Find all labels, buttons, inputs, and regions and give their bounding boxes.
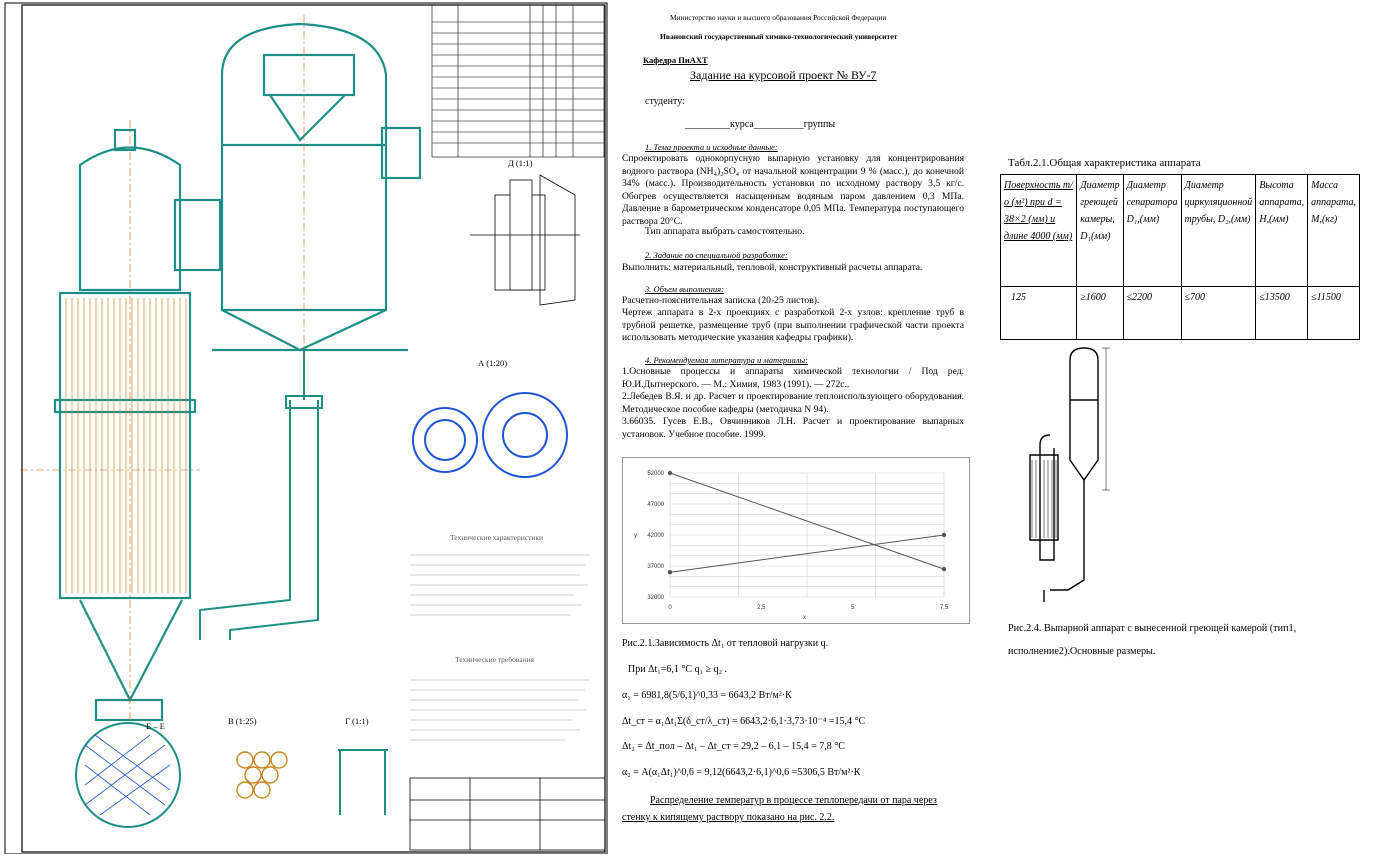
- chart-xlabel: x: [803, 615, 806, 621]
- section4-title: 4. Рекомендуемая литература и материалы:: [645, 355, 809, 365]
- section3-text1: Расчетно-пояснительная записка (20-25 ли…: [622, 295, 820, 306]
- spec-header-height: Высота аппарата, H,(мм): [1255, 174, 1309, 287]
- ministry-header: Министерство науки и высшего образования…: [670, 13, 887, 22]
- course-group-line: _________курса__________группы: [685, 119, 836, 130]
- spec-cell-mass: ≤11500: [1307, 286, 1360, 340]
- sheet-frame: [4, 2, 608, 855]
- chart-ylabel: y: [634, 533, 637, 539]
- spec-table-header-row: Поверхность т/о (м²) при d = 38×2 (мм) и…: [999, 174, 1360, 287]
- spec-header-pipe: Диаметр циркуляционной трубы, D₂,(мм): [1180, 174, 1257, 287]
- apparatus-sketch: [1029, 347, 1110, 602]
- section2-title: 2. Задание по специальной разработке:: [645, 250, 788, 260]
- section2-text: Выполнить: материальный, тепловой, конст…: [622, 262, 923, 273]
- section4-text2: 2.Лебедев В.Я. и др. Расчет и проектиров…: [622, 391, 964, 415]
- chart-point: [667, 470, 673, 476]
- chart-y-tick-label: 52000: [647, 471, 664, 477]
- spec-cell-separator: ≤2200: [1122, 286, 1182, 340]
- spec-header-mass: Масса аппарата, М,(кг): [1307, 174, 1360, 287]
- assignment-title: Задание на курсовой проект № ВУ-7: [690, 68, 877, 82]
- chart-y-tick-label: 47000: [647, 502, 664, 508]
- sketch-caption: Рис.2.4. Выпарной аппарат с вынесенной г…: [1008, 623, 1297, 657]
- formula-line-4: Δt₂ = Δt_пол – Δt₁ – Δt_ст = 29,2 – 6,1 …: [622, 741, 845, 752]
- spec-cell-height: ≤13500: [1255, 286, 1309, 340]
- spec-header-surface: Поверхность т/о (м²) при d = 38×2 (мм) и…: [999, 174, 1078, 287]
- table-title: Табл.2.1.Общая характеристика аппарата: [1008, 157, 1201, 169]
- chart-point: [941, 566, 947, 572]
- chart-frame: [622, 457, 970, 624]
- section4-text3: 3.66035. Гусев Е.В., Овчинников Л.Н. Рас…: [622, 416, 964, 440]
- section1-text: Спроектировать однокорпусную выпарную ус…: [622, 153, 964, 227]
- section3-text2: Чертеж аппарата в 2-х проекциях с разраб…: [622, 307, 964, 344]
- section1-title: 1. Тема проекта и исходные данные:: [645, 142, 778, 152]
- spec-header-separator: Диаметр сепаратора D₁,(мм): [1122, 174, 1182, 287]
- formula-line-6: Распределение температур в процессе тепл…: [650, 795, 937, 806]
- tech-title-2: Технические требования: [455, 655, 535, 664]
- department-label: Кафедра ПиАХТ: [643, 55, 708, 65]
- formula-line-5: α₂ = A(α₁Δt₁)^0,6 = 9,12(6643,2·6,1)^0,6…: [622, 767, 861, 778]
- university-header: Ивановский государственный химико-технол…: [660, 32, 898, 41]
- spec-cell-chamber: ≥1600: [1076, 286, 1124, 340]
- formula-line-3: Δt_ст = α₁Δt₁Σ(δ_ст/λ_ст) = 6643,2·6,1·3…: [622, 716, 866, 727]
- chart-y-tick-label: 37000: [647, 564, 664, 570]
- tube-bundle: [65, 298, 187, 593]
- chart-y-tick-label: 32000: [647, 595, 664, 601]
- section4-text1: 1.Основные процессы и аппараты химическо…: [622, 366, 964, 390]
- label-section-e: Е – Е: [146, 721, 165, 731]
- chart-point: [667, 570, 673, 575]
- figure-caption: Рис.2.1.Зависимость Δt₁ от тепловой нагр…: [622, 638, 829, 649]
- spec-cell-surface: 125: [999, 286, 1078, 340]
- spec-table: Поверхность т/о (м²) при d = 38×2 (мм) и…: [999, 174, 1360, 340]
- tech-title: Технические характеристики: [450, 533, 544, 542]
- section1-type: Тип аппарата выбрать самостоятельно.: [645, 226, 805, 237]
- chart-x-tick-label: 7,5: [940, 605, 949, 611]
- heat-load-chart: 5200047000420003700032000 0 2,5 5 7,5 y x: [622, 457, 970, 624]
- formula-line-1: При Δt₁=6,1 °С q₁ ≥ q₂ .: [628, 664, 728, 675]
- label-section-a: А (1:20): [478, 358, 508, 368]
- student-label: студенту:: [645, 96, 685, 107]
- label-section-g: Г (1:1): [345, 716, 369, 726]
- section3-title: 3. Объем выполнения:: [645, 284, 724, 294]
- formula-line-7: стенку к кипящему раствору показано на р…: [622, 812, 835, 823]
- spec-header-chamber: Диаметр греющей камеры, D₁(мм): [1076, 174, 1124, 287]
- apparatus-drawing: [0, 2, 612, 859]
- spec-cell-pipe: ≤700: [1180, 286, 1257, 340]
- chart-y-tick-label: 42000: [647, 533, 664, 539]
- chart-x-tick-label: 2,5: [757, 605, 766, 611]
- label-section-v: В (1:25): [228, 716, 257, 726]
- label-section-d: Д (1:1): [508, 158, 533, 168]
- spec-table-row: 125 ≥1600 ≤2200 ≤700 ≤13500 ≤11500: [999, 286, 1360, 340]
- formula-line-2: α₁ = 6981,8(5/6,1)^0,33 = 6643,2 Вт/м²·К: [622, 690, 792, 701]
- chart-point: [941, 532, 947, 538]
